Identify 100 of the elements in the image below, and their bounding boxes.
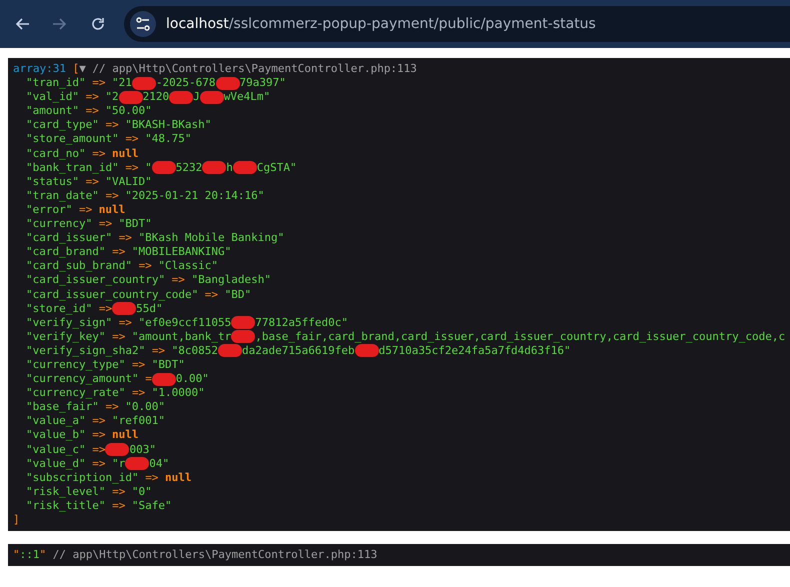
arrow-operator: => bbox=[125, 132, 139, 147]
source-location: // app\Http\Controllers\PaymentController.php:113 bbox=[92, 62, 417, 76]
string-value: "Bangladesh" bbox=[192, 273, 271, 288]
string-value: "Classic" bbox=[158, 259, 218, 274]
redaction-mark bbox=[216, 76, 240, 90]
arrow-operator: => bbox=[145, 470, 158, 485]
string-value: wVe4Lm" bbox=[224, 90, 270, 104]
arrow-operator: => bbox=[118, 316, 132, 330]
array-key: "card_issuer_country" bbox=[26, 273, 166, 288]
collapse-toggle[interactable]: ▼ bbox=[79, 62, 86, 76]
array-type: array:31 bbox=[13, 62, 66, 76]
redaction-mark bbox=[112, 302, 136, 316]
array-key: "val_id" bbox=[26, 90, 79, 104]
array-key: "card_issuer_country_code" bbox=[26, 288, 198, 302]
string-value: "ef0e9ccf11055 bbox=[138, 316, 232, 330]
array-key: "store_id" bbox=[26, 302, 92, 316]
array-key: "verify_sign_sha2" bbox=[26, 344, 146, 358]
url-text: localhost/sslcommerz-popup-payment/public/payment-status bbox=[166, 16, 596, 32]
null-value: null bbox=[165, 470, 192, 485]
array-key: "risk_level" bbox=[26, 484, 106, 499]
redaction-mark bbox=[202, 161, 226, 174]
array-key: "value_b" bbox=[26, 428, 86, 443]
arrow-operator: => bbox=[118, 231, 132, 246]
redaction-mark bbox=[218, 344, 242, 358]
string-value: 77812a5ffed0c" bbox=[255, 316, 348, 330]
string-value: "50.00" bbox=[105, 104, 152, 118]
array-key: "currency" bbox=[26, 217, 92, 232]
array-key: "verify_key" bbox=[26, 330, 106, 344]
array-key: "value_d" bbox=[26, 456, 86, 471]
string-value: 0.00" bbox=[176, 372, 209, 386]
string-value: "BKash Mobile Banking" bbox=[138, 231, 284, 246]
array-key: "store_amount" bbox=[26, 132, 119, 147]
arrow-operator: => bbox=[86, 90, 99, 104]
arrow-operator: => bbox=[92, 76, 106, 90]
array-key: "value_c" bbox=[26, 442, 86, 457]
arrow-operator: => bbox=[78, 202, 92, 218]
array-key: "currency_type" bbox=[26, 358, 126, 372]
string-value: "Safe" bbox=[132, 498, 172, 513]
arrow-operator: => bbox=[92, 442, 106, 457]
arrow-operator: => bbox=[92, 146, 106, 161]
string-value: J bbox=[193, 90, 200, 104]
array-key: "bank_tran_id" bbox=[26, 160, 119, 175]
array-key: "card_no" bbox=[26, 146, 86, 161]
string-value: 2120 bbox=[142, 90, 170, 104]
string-value: "0" bbox=[132, 484, 152, 499]
array-key: "verify_sign" bbox=[26, 316, 112, 330]
source-location: // app\Http\Controllers\PaymentController.php:113 bbox=[52, 548, 378, 562]
arrow-operator: => bbox=[92, 456, 106, 471]
redaction-mark bbox=[152, 372, 176, 386]
address-bar[interactable]: localhost/sslcommerz-popup-payment/public/payment-status bbox=[124, 6, 790, 42]
arrow-operator: => bbox=[132, 386, 146, 400]
arrow-operator: => bbox=[86, 104, 99, 118]
array-key: "value_a" bbox=[26, 414, 86, 428]
arrow-operator: => bbox=[86, 174, 99, 189]
redaction-mark bbox=[232, 161, 257, 174]
string-value: "48.75" bbox=[145, 132, 192, 147]
string-value: CgSTA" bbox=[256, 160, 297, 175]
string-value: "BDT" bbox=[152, 358, 185, 372]
string-value: -2025-678 bbox=[156, 76, 216, 90]
arrow-operator: => bbox=[98, 217, 112, 232]
arrow-operator: => bbox=[112, 330, 126, 344]
reload-icon bbox=[90, 16, 106, 32]
redaction-mark bbox=[231, 330, 256, 344]
arrow-operator: => bbox=[92, 428, 106, 443]
string-value: "BKASH-BKash" bbox=[125, 118, 212, 132]
string-value: "8c0852 bbox=[172, 344, 218, 358]
string-value: "21 bbox=[112, 76, 132, 90]
string-value: "BDT" bbox=[118, 217, 152, 232]
string-value: 5232 bbox=[176, 160, 202, 175]
array-key: "risk_title" bbox=[26, 498, 106, 513]
null-value: null bbox=[112, 146, 139, 161]
array-key: "error" bbox=[26, 202, 72, 218]
array-key: "status" bbox=[26, 174, 79, 189]
arrow-operator: => bbox=[98, 302, 112, 316]
site-settings-icon[interactable] bbox=[130, 11, 156, 37]
string-value: da2ade715a6619feb bbox=[242, 344, 355, 358]
arrow-operator: => bbox=[105, 400, 119, 414]
bracket: ] bbox=[13, 513, 20, 528]
string-value: "r bbox=[112, 456, 126, 471]
string-value: 04" bbox=[149, 456, 170, 471]
arrow-right-icon bbox=[52, 16, 68, 32]
arrow-operator: => bbox=[204, 288, 218, 302]
string-value: ,base_fair,card_brand,card_issuer,card_issuer_country,card_issuer_country_code,c bbox=[255, 330, 786, 344]
redaction-mark bbox=[125, 457, 150, 470]
string-value: "MOBILEBANKING" bbox=[132, 245, 232, 260]
null-value: null bbox=[98, 202, 126, 218]
string-value: "amount,bank_tr bbox=[132, 330, 232, 344]
redaction-mark bbox=[200, 90, 224, 104]
array-key: "card_type" bbox=[26, 118, 99, 132]
redaction-mark bbox=[231, 316, 256, 330]
array-key: "base_fair" bbox=[26, 400, 99, 414]
string-value: ::1 bbox=[20, 548, 40, 562]
arrow-operator: = bbox=[145, 372, 152, 386]
null-value: null bbox=[112, 428, 139, 443]
redaction-mark bbox=[152, 161, 176, 174]
array-key: "card_sub_brand" bbox=[26, 259, 132, 274]
array-key: "subscription_id" bbox=[26, 470, 139, 485]
array-key: "currency_amount" bbox=[26, 372, 139, 386]
string-value: "2 bbox=[105, 90, 119, 104]
string-quote: " bbox=[40, 548, 46, 562]
